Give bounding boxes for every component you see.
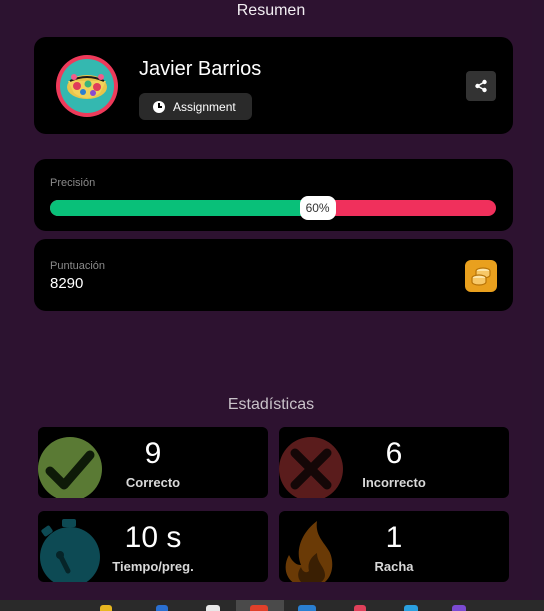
accuracy-bar-correct xyxy=(50,200,318,216)
taskbar-app-icon[interactable] xyxy=(404,605,418,611)
stat-correct: 9 Correcto xyxy=(38,427,268,498)
page-title: Resumen xyxy=(236,2,306,19)
player-name: Javier Barrios xyxy=(139,58,262,80)
score-card: Puntuación 8290 xyxy=(34,239,513,311)
taskbar-app-icon[interactable] xyxy=(298,605,316,611)
profile-card: Javier Barrios Assignment xyxy=(34,37,513,134)
stat-correct-label: Correcto xyxy=(125,475,181,490)
stat-time-value: 10 s xyxy=(124,521,182,554)
stat-streak-value: 1 xyxy=(385,521,403,554)
taskbar-app-icon[interactable] xyxy=(100,605,112,611)
stat-correct-value: 9 xyxy=(144,437,162,470)
accuracy-card: Precisión 60% xyxy=(34,159,513,231)
taskbar-app-icon[interactable] xyxy=(156,605,168,611)
share-button[interactable] xyxy=(466,71,496,101)
right-edge xyxy=(532,0,544,600)
accuracy-value: 60% xyxy=(299,196,336,220)
stat-streak-label: Racha xyxy=(374,559,414,574)
share-icon xyxy=(475,79,487,93)
coins-icon xyxy=(465,260,497,292)
score-value: 8290 xyxy=(50,275,84,292)
taskbar-app-icon[interactable] xyxy=(354,605,366,611)
player-avatar xyxy=(56,55,118,117)
left-edge xyxy=(0,0,10,600)
stats-heading: Estadísticas xyxy=(227,396,315,413)
stat-time: 10 s Tiempo/preg. xyxy=(38,511,268,582)
accuracy-label: Precisión xyxy=(50,177,96,189)
stat-incorrect-label: Incorrecto xyxy=(362,475,426,490)
summary-panel: Resumen Javier Barrios Assignment Precis… xyxy=(10,0,532,600)
avatar-art xyxy=(67,74,107,99)
stat-time-label: Tiempo/preg. xyxy=(112,559,194,574)
taskbar-app-icon[interactable] xyxy=(452,605,466,611)
mode-badge-label: Assignment xyxy=(173,99,236,114)
accuracy-bar xyxy=(50,200,496,216)
stat-incorrect: 6 Incorrecto xyxy=(279,427,509,498)
stat-incorrect-value: 6 xyxy=(385,437,403,470)
stat-streak: 1 Racha xyxy=(279,511,509,582)
clock-icon xyxy=(153,100,165,113)
score-label: Puntuación xyxy=(50,260,106,272)
taskbar-app-icon[interactable] xyxy=(250,605,268,611)
taskbar-app-icon[interactable] xyxy=(206,605,220,611)
mode-badge: Assignment xyxy=(139,93,252,120)
